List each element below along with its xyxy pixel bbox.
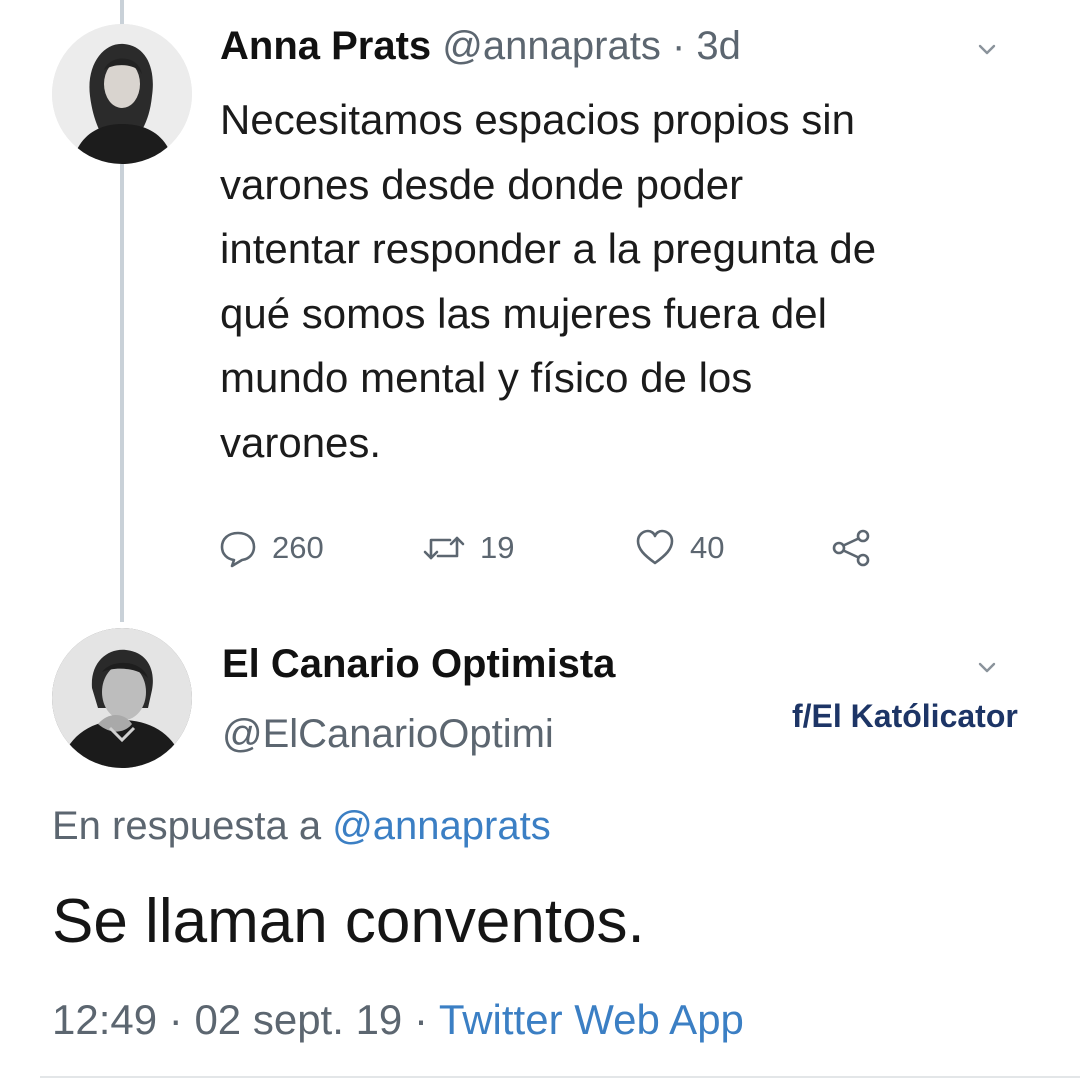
tweet-text: Necesitamos espacios propios sin varones…	[220, 88, 1050, 475]
tweet-actions: 260 19 40	[218, 524, 918, 572]
tweet-text-line: intentar responder a la pregunta de	[220, 225, 877, 272]
reply-source[interactable]: Twitter Web App	[439, 996, 744, 1043]
reply-author-name[interactable]: El Canario Optimista	[222, 642, 615, 687]
tweet-text-line: varones.	[220, 418, 382, 466]
retweet-icon	[423, 536, 465, 560]
time-separator: ·	[671, 24, 686, 68]
avatar-photo	[52, 24, 192, 164]
reply-count: 260	[272, 530, 324, 565]
retweet-button[interactable]: 19	[422, 524, 514, 572]
divider	[40, 1076, 1080, 1078]
tweet-text-line: mundo mental y físico de los	[220, 354, 753, 401]
author-handle[interactable]: @annaprats	[442, 24, 661, 68]
like-button[interactable]: 40	[634, 524, 724, 572]
meta-separator: ·	[168, 996, 183, 1043]
heart-icon	[636, 529, 674, 565]
share-icon	[832, 529, 870, 567]
avatar-photo	[52, 628, 192, 768]
tweet-text-line: qué somos las mujeres fuera del	[220, 289, 827, 337]
author-name[interactable]: Anna Prats	[220, 24, 431, 68]
reply-button[interactable]: 260	[218, 524, 324, 572]
reply-text: Se llaman conventos.	[52, 887, 645, 956]
retweet-count: 19	[480, 530, 515, 565]
in-reply-to-mention[interactable]: @annaprats	[332, 804, 551, 848]
chevron-down-icon[interactable]	[976, 38, 998, 60]
reply-author-handle[interactable]: @ElCanarioOptimi	[222, 712, 554, 757]
watermark: f/El Katólicator	[792, 698, 1018, 734]
avatar-el-canario-optimista[interactable]	[52, 628, 192, 768]
tweet-text-line: varones desde donde poder	[220, 160, 744, 208]
tweet-text-line: Necesitamos espacios propios sin	[220, 96, 855, 143]
reply-date[interactable]: 02 sept. 19	[194, 996, 402, 1043]
reply-meta: 12:49 · 02 sept. 19 · Twitter Web App	[52, 996, 744, 1044]
tweet-time[interactable]: 3d	[696, 24, 741, 68]
reply-time[interactable]: 12:49	[52, 996, 157, 1043]
avatar-anna-prats[interactable]	[52, 24, 192, 164]
share-button[interactable]	[830, 524, 886, 572]
meta-separator: ·	[413, 996, 428, 1043]
chevron-down-icon[interactable]	[976, 656, 998, 678]
in-reply-to: En respuesta a @annaprats	[52, 804, 551, 849]
tweet-author: Anna Prats @annaprats · 3d	[220, 24, 741, 69]
in-reply-to-label: En respuesta a	[52, 804, 322, 848]
like-count: 40	[690, 530, 725, 565]
reply-icon	[220, 531, 256, 568]
